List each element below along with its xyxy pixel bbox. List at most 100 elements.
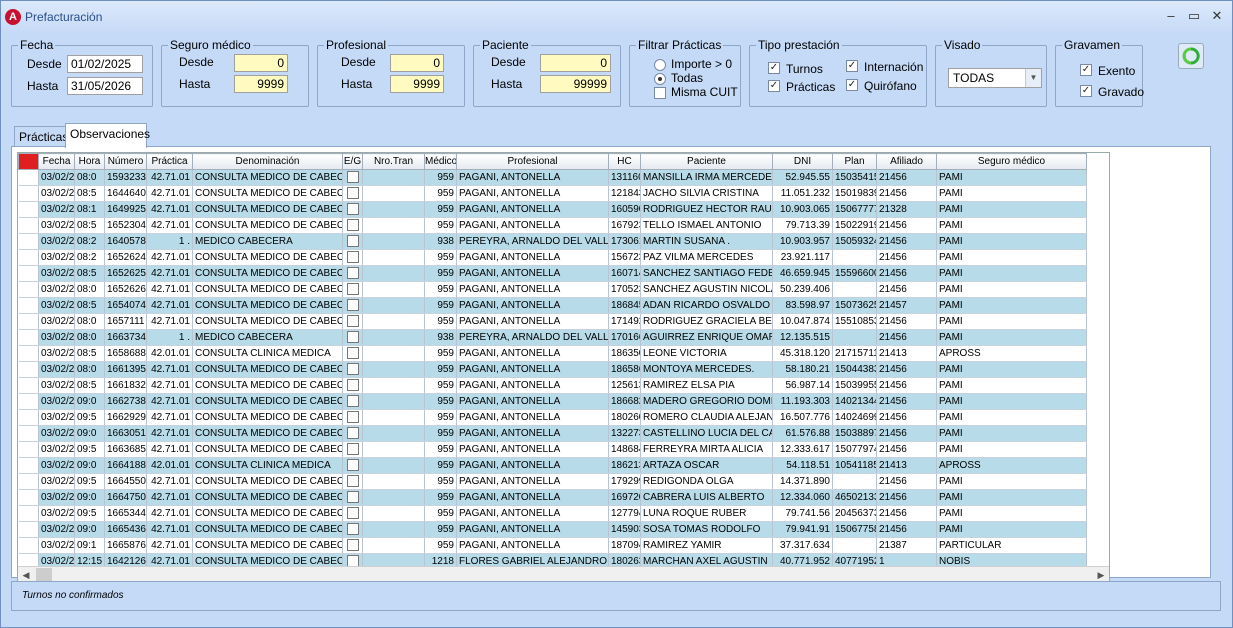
column-header[interactable]: Práctica	[146, 153, 193, 170]
column-header[interactable]: Plan	[832, 153, 877, 170]
quirofano-checkbox[interactable]: ✓	[846, 79, 858, 91]
internacion-checkbox[interactable]: ✓	[846, 60, 858, 72]
table-row[interactable]: 03/02/2509:5166368542.71.01CONSULTA MEDI…	[18, 441, 1087, 458]
todas-radio[interactable]	[654, 73, 666, 85]
table-row[interactable]: 03/02/2509:0166273842.71.01CONSULTA MEDI…	[18, 393, 1087, 410]
table-row[interactable]: 03/02/2508:5165407442.71.01CONSULTA MEDI…	[18, 297, 1087, 314]
row-selector[interactable]	[18, 185, 39, 202]
column-header[interactable]: Afiliado	[876, 153, 937, 170]
column-header[interactable]: Hora	[74, 153, 105, 170]
eg-checkbox[interactable]	[346, 266, 359, 279]
table-row[interactable]: 03/02/2508:016637341 .MEDICO CABECERA 938…	[18, 329, 1087, 346]
tab-observaciones[interactable]: Observaciones	[65, 123, 150, 148]
column-header[interactable]: Paciente	[640, 153, 773, 170]
eg-checkbox[interactable]	[346, 186, 359, 199]
column-header[interactable]: DNI	[772, 153, 833, 170]
importe-radio[interactable]	[654, 59, 666, 71]
eg-checkbox[interactable]	[346, 490, 359, 503]
row-selector[interactable]	[18, 233, 39, 250]
row-selector[interactable]	[18, 361, 39, 378]
eg-checkbox[interactable]	[346, 538, 359, 551]
table-row[interactable]: 03/02/2509:0166305142.71.01CONSULTA MEDI…	[18, 425, 1087, 442]
row-selector[interactable]	[18, 297, 39, 314]
vertical-scrollbar[interactable]: ▲ ▼	[1109, 153, 1110, 566]
horizontal-scroll-thumb[interactable]	[36, 568, 52, 581]
practicas-checkbox[interactable]: ✓	[768, 80, 780, 92]
eg-checkbox[interactable]	[346, 506, 359, 519]
eg-checkbox[interactable]	[346, 170, 359, 183]
eg-checkbox[interactable]	[346, 426, 359, 439]
row-selector[interactable]	[18, 249, 39, 266]
column-header[interactable]: Denominación	[192, 153, 343, 170]
table-row[interactable]: 03/02/2509:0166475042.71.01CONSULTA MEDI…	[18, 489, 1087, 506]
row-selector[interactable]	[18, 281, 39, 298]
column-header[interactable]: Fecha	[38, 153, 75, 170]
table-row[interactable]: 03/02/2508:2165262442.71.01CONSULTA MEDI…	[18, 249, 1087, 266]
profesional-hasta-input[interactable]: 9999	[390, 75, 444, 93]
row-selector[interactable]	[18, 473, 39, 490]
scroll-right-icon[interactable]: ▶	[1093, 567, 1109, 581]
paciente-desde-input[interactable]: 0	[540, 54, 611, 72]
row-selector[interactable]	[18, 329, 39, 346]
seguro-desde-input[interactable]: 0	[234, 54, 288, 72]
close-button[interactable]: ✕	[1207, 7, 1227, 25]
eg-checkbox[interactable]	[346, 474, 359, 487]
eg-checkbox[interactable]	[346, 282, 359, 295]
column-header[interactable]: Seguro médico	[936, 153, 1087, 170]
eg-checkbox[interactable]	[346, 410, 359, 423]
misma-cuit-checkbox[interactable]	[654, 87, 666, 99]
row-selector[interactable]	[18, 489, 39, 506]
column-header[interactable]: Número	[104, 153, 147, 170]
row-selector[interactable]	[18, 201, 39, 218]
paciente-hasta-input[interactable]: 99999	[540, 75, 611, 93]
tab-practicas[interactable]: Prácticas	[14, 126, 68, 148]
eg-checkbox[interactable]	[346, 218, 359, 231]
practicas-grid[interactable]: Fecha Hora Número Práctica Denominación E/G Nr…	[17, 152, 1110, 582]
row-selector[interactable]	[18, 457, 39, 474]
eg-checkbox[interactable]	[346, 202, 359, 215]
eg-checkbox[interactable]	[346, 234, 359, 247]
column-header[interactable]: E/G	[342, 153, 363, 170]
table-row[interactable]: 03/02/2508:5165868842.01.01CONSULTA CLIN…	[18, 345, 1087, 362]
row-selector[interactable]	[18, 505, 39, 522]
eg-checkbox[interactable]	[346, 250, 359, 263]
table-row[interactable]: 03/02/2508:0165711142.71.01CONSULTA MEDI…	[18, 313, 1087, 330]
table-row[interactable]: 03/02/2508:5165230442.71.01CONSULTA MEDI…	[18, 217, 1087, 234]
table-row[interactable]: 03/02/2509:5166455042.71.01CONSULTA MEDI…	[18, 473, 1087, 490]
eg-checkbox[interactable]	[346, 522, 359, 535]
eg-checkbox[interactable]	[346, 394, 359, 407]
horizontal-scrollbar[interactable]: ◀ ▶	[18, 566, 1109, 581]
table-row[interactable]: 03/02/2509:5166292942.71.01CONSULTA MEDI…	[18, 409, 1087, 426]
table-row[interactable]: 03/02/2508:0159323342.71.01CONSULTA MEDI…	[18, 169, 1087, 186]
maximize-button[interactable]: ▭	[1184, 7, 1204, 25]
eg-checkbox[interactable]	[346, 346, 359, 359]
fecha-hasta-input[interactable]: 31/05/2026	[67, 77, 143, 95]
row-selector[interactable]	[18, 393, 39, 410]
row-selector[interactable]	[18, 265, 39, 282]
eg-checkbox[interactable]	[346, 458, 359, 471]
scroll-left-icon[interactable]: ◀	[18, 567, 34, 581]
table-row[interactable]: 03/02/2508:0165262642.71.01CONSULTA MEDI…	[18, 281, 1087, 298]
table-row[interactable]: 03/02/2508:5164464042.71.01CONSULTA MEDI…	[18, 185, 1087, 202]
column-header[interactable]: Profesional	[456, 153, 609, 170]
eg-checkbox[interactable]	[346, 298, 359, 311]
row-selector[interactable]	[18, 409, 39, 426]
table-row[interactable]: 03/02/2509:1166587642.71.01CONSULTA MEDI…	[18, 537, 1087, 554]
column-header[interactable]: Médico	[424, 153, 457, 170]
column-header[interactable]: Nro.Tran	[362, 153, 425, 170]
eg-checkbox[interactable]	[346, 378, 359, 391]
row-selector[interactable]	[18, 345, 39, 362]
row-selector[interactable]	[18, 169, 39, 186]
refresh-button[interactable]	[1178, 43, 1204, 69]
table-row[interactable]: 03/02/2508:0166139542.71.01CONSULTA MEDI…	[18, 361, 1087, 378]
row-selector[interactable]	[18, 217, 39, 234]
fecha-desde-input[interactable]: 01/02/2025	[67, 55, 143, 73]
row-selector[interactable]	[18, 425, 39, 442]
eg-checkbox[interactable]	[346, 362, 359, 375]
eg-checkbox[interactable]	[346, 314, 359, 327]
row-selector[interactable]	[18, 313, 39, 330]
seguro-hasta-input[interactable]: 9999	[234, 75, 288, 93]
minimize-button[interactable]: ‒	[1161, 7, 1181, 25]
table-row[interactable]: 03/02/2508:5165262542.71.01CONSULTA MEDI…	[18, 265, 1087, 282]
exento-checkbox[interactable]: ✓	[1080, 64, 1092, 76]
